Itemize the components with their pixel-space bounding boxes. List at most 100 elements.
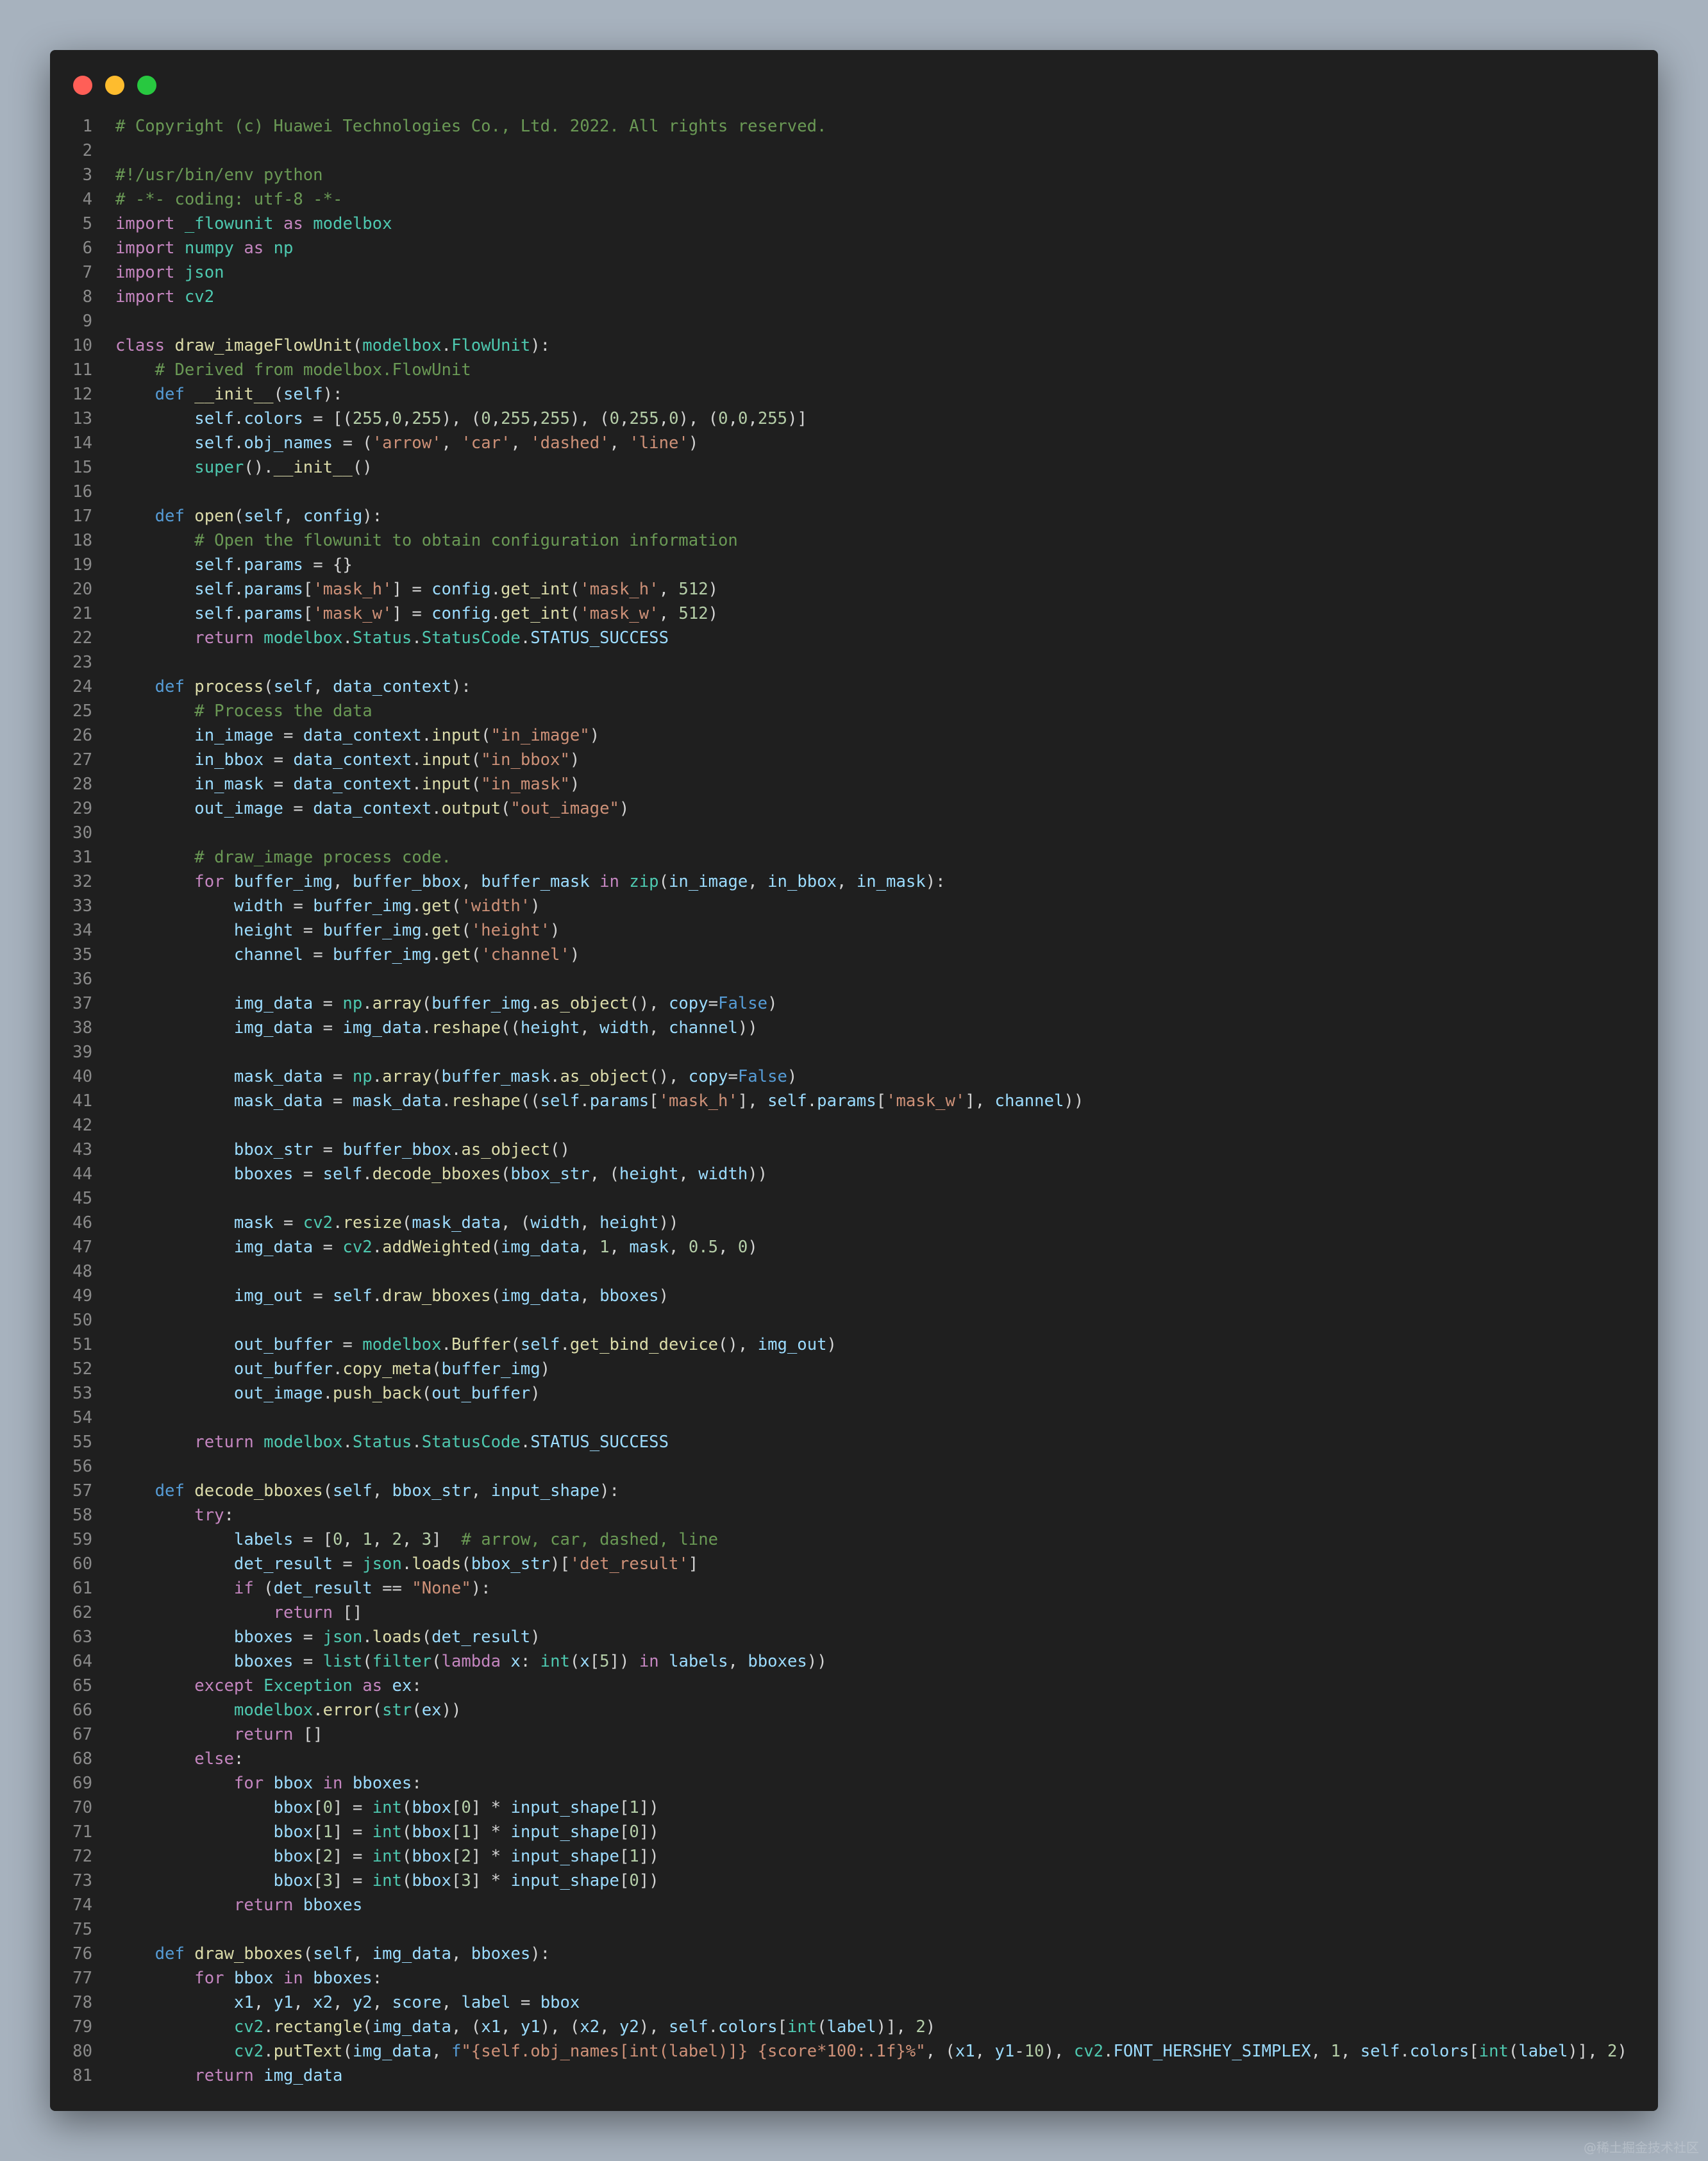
code-line: 69 for bbox in bboxes: <box>50 1771 1658 1795</box>
code-text: # draw_image process code. <box>194 848 451 867</box>
line-number: 26 <box>72 726 92 745</box>
code-line: 27 in_bbox = data_context.input("in_bbox… <box>50 748 1658 772</box>
line-number: 23 <box>72 653 92 672</box>
line-number: 76 <box>72 1944 92 1963</box>
code-line: 53 out_image.push_back(out_buffer) <box>50 1381 1658 1406</box>
line-number: 74 <box>72 1896 92 1915</box>
line-number: 32 <box>72 872 92 891</box>
code-line: 64 bboxes = list(filter(lambda x: int(x[… <box>50 1649 1658 1674</box>
maximize-button[interactable] <box>137 76 156 95</box>
line-number: 42 <box>72 1116 92 1135</box>
code-line: 62 return [] <box>50 1601 1658 1625</box>
code-line: 15 super().__init__() <box>50 455 1658 480</box>
line-number: 14 <box>72 433 92 453</box>
line-number: 19 <box>72 555 92 575</box>
code-line: 60 det_result = json.loads(bbox_str)['de… <box>50 1552 1658 1576</box>
line-number: 41 <box>72 1091 92 1111</box>
code-line: 7 import json <box>50 260 1658 285</box>
code-text: for bbox in bboxes: <box>233 1774 422 1793</box>
code-line: 8 import cv2 <box>50 285 1658 309</box>
code-line: 26 in_image = data_context.input("in_ima… <box>50 723 1658 748</box>
code-text: self.obj_names = ('arrow', 'car', 'dashe… <box>194 433 699 453</box>
code-line: 79 cv2.rectangle(img_data, (x1, y1), (x2… <box>50 2015 1658 2039</box>
code-text: bbox[0] = int(bbox[0] * input_shape[1]) <box>273 1798 659 1817</box>
code-text: def __init__(self): <box>155 385 343 404</box>
code-line: 70 bbox[0] = int(bbox[0] * input_shape[1… <box>50 1795 1658 1820</box>
code-text: width = buffer_img.get('width') <box>233 896 540 916</box>
code-text: self.params = {} <box>194 555 353 575</box>
code-line: 32 for buffer_img, buffer_bbox, buffer_m… <box>50 870 1658 894</box>
line-number: 66 <box>72 1701 92 1720</box>
code-line: 61 if (det_result == "None"): <box>50 1576 1658 1601</box>
code-line: 17 def open(self, config): <box>50 504 1658 528</box>
code-line: 65 except Exception as ex: <box>50 1674 1658 1698</box>
code-text: import numpy as np <box>115 239 294 258</box>
line-number: 39 <box>72 1043 92 1062</box>
line-number: 15 <box>72 458 92 477</box>
line-number: 9 <box>82 312 92 331</box>
line-number: 71 <box>72 1822 92 1842</box>
code-line: 40 mask_data = np.array(buffer_mask.as_o… <box>50 1064 1658 1089</box>
line-number: 16 <box>72 482 92 501</box>
code-line: 56 <box>50 1454 1658 1479</box>
code-text: except Exception as ex: <box>194 1676 422 1695</box>
line-number: 68 <box>72 1749 92 1769</box>
code-line: 23 <box>50 650 1658 675</box>
code-line: 68 else: <box>50 1747 1658 1771</box>
watermark: @稀土掘金技术社区 <box>1584 2140 1699 2155</box>
code-line: 49 img_out = self.draw_bboxes(img_data, … <box>50 1284 1658 1308</box>
line-number: 50 <box>72 1311 92 1330</box>
line-number: 61 <box>72 1579 92 1598</box>
code-line: 81 return img_data <box>50 2064 1658 2088</box>
line-number: 12 <box>72 385 92 404</box>
code-line: 34 height = buffer_img.get('height') <box>50 918 1658 943</box>
code-line: 30 <box>50 821 1658 845</box>
line-number: 55 <box>72 1433 92 1452</box>
line-number: 28 <box>72 775 92 794</box>
code-line: 80 cv2.putText(img_data, f"{self.obj_nam… <box>50 2039 1658 2064</box>
minimize-button[interactable] <box>105 76 124 95</box>
code-line: 16 <box>50 480 1658 504</box>
code-line: 66 modelbox.error(str(ex)) <box>50 1698 1658 1722</box>
code-line: 36 <box>50 967 1658 991</box>
code-line: 18 # Open the flowunit to obtain configu… <box>50 528 1658 553</box>
code-line: 38 img_data = img_data.reshape((height, … <box>50 1016 1658 1040</box>
line-number: 69 <box>72 1774 92 1793</box>
code-line: 76 def draw_bboxes(self, img_data, bboxe… <box>50 1942 1658 1966</box>
code-line: 45 <box>50 1186 1658 1211</box>
code-line: 31 # draw_image process code. <box>50 845 1658 870</box>
code-text: return [] <box>273 1603 363 1622</box>
code-line: 47 img_data = cv2.addWeighted(img_data, … <box>50 1235 1658 1259</box>
line-number: 2 <box>82 141 92 160</box>
code-text: bboxes = list(filter(lambda x: int(x[5])… <box>233 1652 827 1671</box>
code-text: return modelbox.Status.StatusCode.STATUS… <box>194 628 669 648</box>
code-line: 48 <box>50 1259 1658 1284</box>
code-text: out_buffer = modelbox.Buffer(self.get_bi… <box>233 1335 837 1354</box>
code-block: 1 # Copyright (c) Huawei Technologies Co.… <box>50 114 1658 2088</box>
code-line: 41 mask_data = mask_data.reshape((self.p… <box>50 1089 1658 1113</box>
code-line: 3 #!/usr/bin/env python <box>50 163 1658 187</box>
code-text: det_result = json.loads(bbox_str)['det_r… <box>233 1554 699 1574</box>
line-number: 17 <box>72 507 92 526</box>
code-line: 42 <box>50 1113 1658 1138</box>
line-number: 57 <box>72 1481 92 1501</box>
line-number: 79 <box>72 2017 92 2037</box>
code-text: # Copyright (c) Huawei Technologies Co.,… <box>115 117 827 136</box>
code-text: def open(self, config): <box>155 507 383 526</box>
code-line: 58 try: <box>50 1503 1658 1527</box>
line-number: 53 <box>72 1384 92 1403</box>
code-line: 19 self.params = {} <box>50 553 1658 577</box>
close-button[interactable] <box>73 76 92 95</box>
code-line: 72 bbox[2] = int(bbox[2] * input_shape[1… <box>50 1844 1658 1869</box>
line-number: 5 <box>82 214 92 233</box>
line-number: 45 <box>72 1189 92 1208</box>
line-number: 49 <box>72 1286 92 1306</box>
line-number: 18 <box>72 531 92 550</box>
line-number: 6 <box>82 239 92 258</box>
line-number: 38 <box>72 1018 92 1038</box>
line-number: 52 <box>72 1359 92 1379</box>
code-text: class draw_imageFlowUnit(modelbox.FlowUn… <box>115 336 551 355</box>
code-line: 59 labels = [0, 1, 2, 3] # arrow, car, d… <box>50 1527 1658 1552</box>
line-number: 72 <box>72 1847 92 1866</box>
code-text: self.params['mask_w'] = config.get_int('… <box>194 604 719 623</box>
